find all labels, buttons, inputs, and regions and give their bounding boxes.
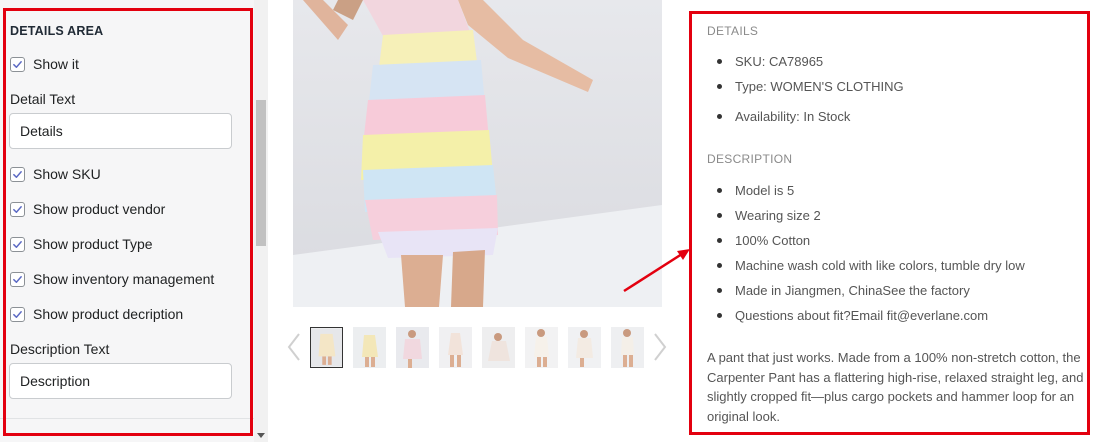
scrollbar-thumb[interactable] — [256, 100, 266, 246]
show-sku-label: Show SKU — [33, 166, 101, 182]
product-main-image[interactable] — [293, 0, 662, 307]
description-text-label: Description Text — [10, 341, 110, 357]
show-it-label: Show it — [33, 56, 79, 72]
description-heading: DESCRIPTION — [707, 152, 793, 166]
show-it-checkbox[interactable]: Show it — [10, 54, 79, 74]
chevron-left-icon[interactable] — [286, 332, 302, 362]
thumbnail-5[interactable] — [482, 327, 515, 368]
detail-type: Type: WOMEN'S CLOTHING — [717, 74, 904, 99]
checkbox-checked-icon[interactable] — [10, 306, 25, 322]
dress-photo-illustration — [293, 0, 662, 307]
checkbox-checked-icon[interactable] — [10, 271, 25, 287]
show-sku-checkbox[interactable]: Show SKU — [10, 164, 101, 184]
settings-panel: DETAILS AREA Show it Detail Text Show SK… — [0, 0, 268, 442]
section-title: DETAILS AREA — [10, 24, 104, 38]
show-inventory-label: Show inventory management — [33, 271, 215, 287]
thumbnail-8[interactable] — [611, 327, 644, 368]
thumbnail-6[interactable] — [525, 327, 558, 368]
checkbox-checked-icon[interactable] — [10, 166, 25, 182]
detail-sku: SKU: CA78965 — [717, 49, 904, 74]
description-text-input[interactable] — [9, 363, 232, 399]
description-item: Questions about fit?Email fit@everlane.c… — [717, 303, 1025, 328]
description-item: Made in Jiangmen, ChinaSee the factory — [717, 278, 1025, 303]
thumbnail-carousel — [283, 322, 673, 372]
thumbnail-4[interactable] — [439, 327, 472, 368]
settings-scrollbar[interactable] — [254, 0, 268, 442]
detail-text-label: Detail Text — [10, 91, 76, 107]
show-description-checkbox[interactable]: Show product decription — [10, 304, 183, 324]
detail-availability: Availability: In Stock — [717, 104, 904, 129]
show-description-label: Show product decription — [33, 306, 184, 322]
show-inventory-checkbox[interactable]: Show inventory management — [10, 269, 214, 289]
details-list: SKU: CA78965 Type: WOMEN'S CLOTHING Avai… — [717, 49, 904, 129]
checkbox-checked-icon[interactable] — [10, 236, 25, 252]
thumbnail-1[interactable] — [310, 327, 343, 368]
description-item: Machine wash cold with like colors, tumb… — [717, 253, 1025, 278]
description-item: Model is 5 — [717, 178, 1025, 203]
details-heading: DETAILS — [707, 24, 759, 38]
chevron-right-icon[interactable] — [652, 332, 668, 362]
show-type-checkbox[interactable]: Show product Type — [10, 234, 153, 254]
show-vendor-label: Show product vendor — [33, 201, 166, 217]
scroll-down-arrow-icon[interactable] — [257, 433, 265, 438]
thumbnail-7[interactable] — [568, 327, 601, 368]
show-vendor-checkbox[interactable]: Show product vendor — [10, 199, 165, 219]
thumbnail-3[interactable] — [396, 327, 429, 368]
description-item: 100% Cotton — [717, 228, 1025, 253]
settings-scroll-area: DETAILS AREA Show it Detail Text Show SK… — [0, 0, 254, 442]
annotation-arrow-icon — [623, 249, 690, 293]
description-list: Model is 5 Wearing size 2 100% Cotton Ma… — [717, 178, 1025, 328]
description-paragraph: A pant that just works. Made from a 100%… — [707, 350, 1084, 424]
section-divider — [0, 418, 254, 419]
details-preview: DETAILS SKU: CA78965 Type: WOMEN'S CLOTH… — [691, 12, 1089, 434]
show-type-label: Show product Type — [33, 236, 153, 252]
description-item: Wearing size 2 — [717, 203, 1025, 228]
checkbox-checked-icon[interactable] — [10, 56, 25, 72]
checkbox-checked-icon[interactable] — [10, 201, 25, 217]
thumbnail-2[interactable] — [353, 327, 386, 368]
detail-text-input[interactable] — [9, 113, 232, 149]
